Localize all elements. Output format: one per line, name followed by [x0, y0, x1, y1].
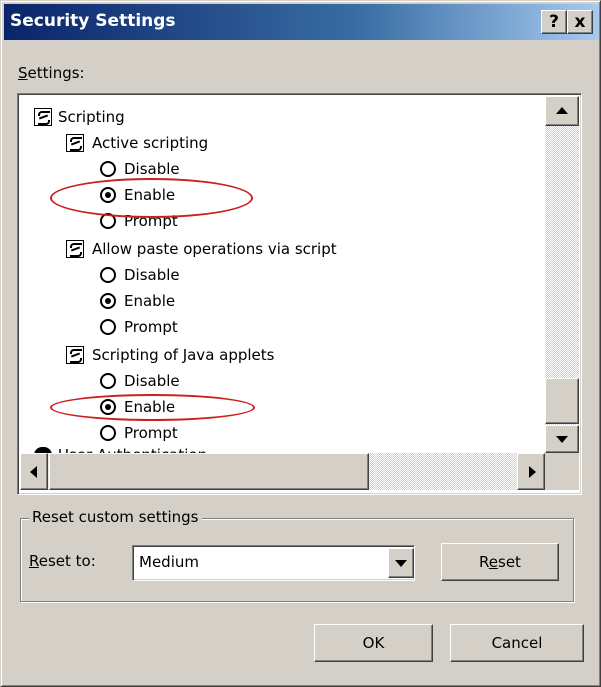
radio-label: Prompt [124, 318, 178, 336]
tree-item-label: Scripting of Java applets [92, 346, 275, 364]
radio-label: Enable [124, 292, 176, 310]
reset-level-select[interactable]: Medium [132, 545, 415, 581]
reset-button[interactable]: Reset [441, 543, 559, 581]
cancel-button[interactable]: Cancel [450, 624, 584, 662]
radio-selected-icon [100, 187, 116, 203]
radio-selected-icon [100, 399, 116, 415]
settings-tree-viewport: Scripting Active scripting Disable Enabl… [20, 96, 543, 453]
tree-item-label: Active scripting [92, 134, 209, 152]
settings-tree[interactable]: Scripting Active scripting Disable Enabl… [17, 93, 582, 495]
radio-button-icon [100, 319, 116, 335]
arrow-down-icon [556, 436, 568, 443]
reset-level-value: Medium [139, 553, 199, 571]
scroll-down-button[interactable] [545, 425, 579, 453]
reset-to-label: Reset to: [29, 552, 96, 570]
radio-button-icon [100, 425, 116, 441]
radio-button-icon [100, 373, 116, 389]
radio-label: Enable [124, 398, 176, 416]
radio-label: Disable [124, 266, 180, 284]
radio-label: Disable [124, 372, 180, 390]
settings-category-icon [66, 240, 84, 258]
ok-button-label: OK [362, 634, 385, 652]
vertical-scroll-thumb[interactable] [545, 378, 579, 424]
settings-label: Settings: [18, 64, 85, 82]
settings-category-icon [34, 108, 52, 126]
reset-group-legend: Reset custom settings [29, 508, 202, 526]
help-button[interactable]: ? [541, 10, 567, 34]
dropdown-button[interactable] [388, 548, 414, 578]
radio-selected-icon [100, 293, 116, 309]
cancel-button-label: Cancel [491, 634, 543, 652]
window-title: Security Settings [10, 11, 176, 31]
arrow-right-icon [529, 466, 536, 478]
close-button[interactable]: x [567, 10, 593, 34]
title-bar[interactable]: Security Settings ? x [4, 4, 599, 40]
tree-item-label: User Authentication [58, 442, 207, 453]
tree-item-label: Scripting [58, 108, 125, 126]
horizontal-scroll-thumb[interactable] [49, 453, 369, 490]
radio-button-icon [100, 161, 116, 177]
scroll-left-button[interactable] [20, 453, 48, 490]
tree-item-label: Allow paste operations via script [92, 240, 337, 258]
radio-button-icon [100, 267, 116, 283]
radio-button-icon [100, 213, 116, 229]
arrow-left-icon [30, 466, 37, 478]
scroll-right-button[interactable] [517, 453, 545, 490]
arrow-up-icon [556, 107, 568, 114]
settings-category-icon [66, 134, 84, 152]
radio-label: Enable [124, 186, 176, 204]
scroll-up-button[interactable] [545, 96, 579, 126]
reset-button-label: Reset [479, 553, 521, 571]
security-settings-dialog: Security Settings ? x Settings: Scriptin… [0, 0, 601, 687]
settings-category-icon [66, 346, 84, 364]
chevron-down-icon [395, 560, 407, 567]
radio-label: Prompt [124, 212, 178, 230]
radio-label: Disable [124, 160, 180, 178]
scrollbar-corner [545, 453, 579, 490]
ok-button[interactable]: OK [314, 624, 433, 662]
close-icon: x [574, 12, 586, 32]
